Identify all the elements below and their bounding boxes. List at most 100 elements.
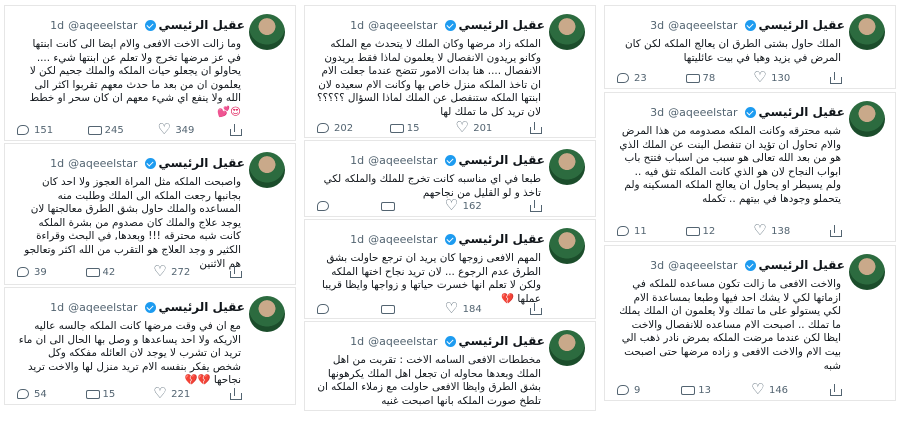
tweet-time[interactable]: 1d [350,233,364,246]
user-name[interactable]: عقيل الرئيسي [159,18,245,32]
like-button[interactable]: 130 [753,68,790,86]
like-count: 201 [473,122,493,134]
retweet-count: 15 [102,388,116,400]
reply-button[interactable]: 9 [617,385,640,396]
tweet-card[interactable]: 3d @aqeeelstar عقيل الرئيسي الملك حاول ب… [604,5,896,89]
retweet-button[interactable]: 15 [85,388,116,400]
avatar[interactable] [249,14,285,50]
avatar[interactable] [849,254,885,290]
reply-icon [317,304,329,314]
share-icon [529,122,542,134]
share-button[interactable] [829,72,842,84]
tweet-time[interactable]: 1d [50,19,64,32]
like-count: 162 [462,200,482,212]
share-button[interactable] [529,303,542,315]
avatar[interactable] [249,296,285,332]
retweet-button[interactable]: 245 [87,124,124,136]
reply-button[interactable]: 54 [17,389,47,400]
like-button[interactable]: 221 [153,384,190,402]
user-name[interactable]: عقيل الرئيسي [759,105,845,119]
user-handle[interactable]: @aqeeelstar [368,233,437,246]
user-handle[interactable]: @aqeeelstar [368,19,437,32]
retweet-button[interactable]: 42 [85,266,115,278]
reply-button[interactable]: 11 [617,226,647,237]
verified-badge-icon [744,19,756,31]
tweet-text: مخططات الافعى السامه الاخت : تقربت من اه… [317,354,541,407]
reply-button[interactable]: 23 [617,73,647,84]
user-handle[interactable]: @aqeeelstar [668,19,737,32]
tweet-actions: 162 [317,196,542,214]
avatar[interactable] [849,101,885,137]
reply-button[interactable] [317,304,334,314]
tweet-time[interactable]: 1d [350,335,364,348]
like-button[interactable]: 162 [445,196,482,214]
retweet-button[interactable] [381,200,398,212]
tweet-card[interactable]: 3d @aqeeelstar عقيل الرئيسي والاخت الافع… [604,245,896,401]
avatar[interactable] [249,152,285,188]
user-handle[interactable]: @aqeeelstar [668,259,737,272]
share-button[interactable] [829,225,842,237]
reply-button[interactable]: 202 [317,123,353,134]
share-button[interactable] [229,124,242,136]
like-button[interactable]: 349 [157,120,194,138]
user-handle[interactable]: @aqeeelstar [668,106,737,119]
tweet-card[interactable]: 1d @aqeeelstar عقيل الرئيسي واصبحت الملك… [4,143,296,285]
retweet-button[interactable] [381,303,398,315]
tweet-time[interactable]: 1d [50,157,64,170]
user-name[interactable]: عقيل الرئيسي [159,300,245,314]
tweet-card[interactable]: 1d @aqeeelstar عقيل الرئيسي وما زالت الا… [4,5,296,141]
reply-button[interactable]: 39 [17,267,47,278]
share-button[interactable] [229,266,242,278]
tweet-time[interactable]: 1d [350,154,364,167]
retweet-button[interactable]: 12 [685,225,715,237]
retweet-button[interactable]: 78 [685,72,715,84]
tweet-actions: 23 78 130 [617,68,842,86]
avatar[interactable] [549,149,585,185]
share-icon [229,266,242,278]
tweet-actions: 184 [317,299,542,317]
user-name[interactable]: عقيل الرئيسي [459,18,545,32]
tweet-time[interactable]: 3d [650,259,664,272]
avatar[interactable] [549,228,585,264]
user-name[interactable]: عقيل الرئيسي [459,232,545,246]
user-name[interactable]: عقيل الرئيسي [759,258,845,272]
user-handle[interactable]: @aqeeelstar [368,335,437,348]
user-handle[interactable]: @aqeeelstar [68,301,137,314]
tweet-time[interactable]: 1d [50,301,64,314]
retweet-button[interactable]: 15 [389,122,420,134]
tweet-card[interactable]: 3d @aqeeelstar عقيل الرئيسي شبه محترقه و… [604,92,896,242]
like-button[interactable]: 201 [455,118,493,136]
reply-button[interactable]: 151 [17,125,53,136]
tweet-card[interactable]: 1d @aqeeelstar عقيل الرئيسي الملكه زاد م… [304,5,596,138]
tweet-time[interactable]: 3d [650,106,664,119]
user-handle[interactable]: @aqeeelstar [68,19,137,32]
like-button[interactable]: 272 [153,262,190,280]
tweet-card[interactable]: 1d @aqeeelstar عقيل الرئيسي مع ان في وقت… [4,287,296,405]
reply-button[interactable] [317,201,334,211]
tweet-text: وما زالت الاخت الافعى والام ايضا الى كان… [29,38,241,118]
share-icon [529,200,542,212]
like-button[interactable]: 184 [445,299,482,317]
share-button[interactable] [529,200,542,212]
share-button[interactable] [529,122,542,134]
user-name[interactable]: عقيل الرئيسي [759,18,845,32]
share-button[interactable] [229,388,242,400]
tweet-card[interactable]: 1d @aqeeelstar عقيل الرئيسي طبعا في اي م… [304,140,596,217]
user-name[interactable]: عقيل الرئيسي [459,334,545,348]
user-handle[interactable]: @aqeeelstar [368,154,437,167]
tweet-card[interactable]: 1d @aqeeelstar عقيل الرئيسي المهم الافعى… [304,219,596,319]
share-button[interactable] [829,384,842,396]
avatar[interactable] [849,14,885,50]
avatar[interactable] [549,330,585,366]
avatar[interactable] [549,14,585,50]
retweet-button[interactable]: 13 [681,384,711,396]
tweet-time[interactable]: 3d [650,19,664,32]
tweet-card[interactable]: 1d @aqeeelstar عقيل الرئيسي مخططات الافع… [304,321,596,411]
tweet-time[interactable]: 1d [350,19,364,32]
tweet-text: والاخت الافعى ما زالت تكون مساعده للملكه… [619,278,841,372]
user-handle[interactable]: @aqeeelstar [68,157,137,170]
user-name[interactable]: عقيل الرئيسي [159,156,245,170]
like-button[interactable]: 138 [753,221,790,239]
like-button[interactable]: 146 [751,380,788,398]
user-name[interactable]: عقيل الرئيسي [459,153,545,167]
